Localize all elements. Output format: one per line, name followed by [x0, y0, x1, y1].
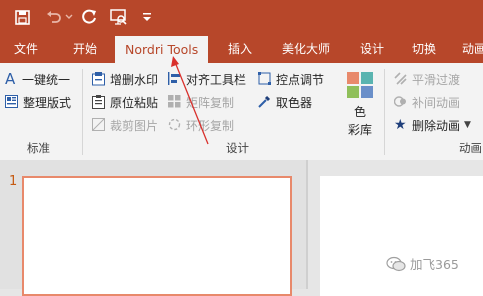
align-toolbar-label: 对齐工具栏 — [186, 72, 247, 87]
tab-nordri-tools[interactable]: Nordri Tools — [115, 36, 209, 63]
crop-icon — [92, 118, 106, 132]
group-label-animation: 动画 — [459, 141, 482, 155]
paste-in-place-button[interactable]: 原位粘贴 — [92, 93, 158, 111]
color-palette-icon — [347, 72, 373, 98]
delete-animation-label: 删除动画 — [412, 118, 461, 133]
slide-thumbnail[interactable] — [22, 176, 292, 296]
customize-dropdown-icon[interactable] — [140, 7, 154, 27]
delete-animation-button[interactable]: ★ 删除动画 ▼ — [394, 116, 471, 134]
watermark: 加飞365 — [386, 254, 459, 273]
watermark-text: 加飞365 — [410, 257, 459, 272]
matrix-copy-label: 矩阵复制 — [186, 95, 235, 110]
one-click-unify-button[interactable]: A 一键统一 — [5, 70, 70, 88]
paste-in-place-label: 原位粘贴 — [110, 95, 159, 110]
tween-animation-button[interactable]: 补间动画 — [393, 93, 461, 111]
matrix-icon — [168, 95, 182, 109]
slide-canvas[interactable] — [320, 176, 483, 296]
ribbon-tab-bar: 文件 开始 Nordri Tools 插入 美化大师 设计 切换 动画 — [0, 35, 483, 63]
tab-home[interactable]: 开始 — [73, 35, 97, 63]
handle-adjust-button[interactable]: 控点调节 — [258, 70, 324, 88]
wechat-icon — [386, 256, 406, 272]
watermark-icon — [92, 72, 106, 86]
tab-transitions[interactable]: 切换 — [412, 35, 436, 63]
color-library-line1: 色 — [353, 105, 366, 119]
watermark-label: 增删水印 — [110, 72, 159, 87]
star-icon: ★ — [394, 117, 407, 133]
align-icon — [168, 72, 182, 86]
arrange-layout-label: 整理版式 — [23, 95, 72, 110]
smooth-transition-button[interactable]: 平滑过渡 — [394, 70, 460, 88]
handle-icon — [258, 72, 272, 86]
slide-number: 1 — [9, 174, 18, 189]
redo-icon[interactable] — [80, 7, 100, 27]
align-toolbar-button[interactable]: 对齐工具栏 — [168, 70, 246, 88]
tab-insert[interactable]: 插入 — [228, 35, 252, 63]
eyedropper-icon — [258, 95, 272, 109]
tab-file[interactable]: 文件 — [14, 35, 38, 63]
group-divider — [82, 69, 83, 155]
one-click-unify-label: 一键统一 — [22, 72, 71, 87]
chevron-down-icon[interactable]: ▼ — [464, 120, 471, 130]
ring-copy-button[interactable]: 环形复制 — [168, 116, 234, 134]
tab-beautify-master[interactable]: 美化大师 — [282, 35, 330, 63]
arrange-layout-button[interactable]: 整理版式 — [5, 93, 71, 111]
undo-icon[interactable] — [44, 7, 64, 27]
crop-image-button[interactable]: 裁剪图片 — [92, 116, 158, 134]
eyedropper-button[interactable]: 取色器 — [258, 93, 312, 111]
layout-icon — [5, 95, 19, 109]
group-label-design: 设计 — [226, 141, 249, 155]
tab-animations[interactable]: 动画 — [462, 35, 483, 63]
color-library-line2: 彩库 — [347, 123, 372, 137]
save-icon[interactable] — [12, 7, 32, 27]
slide-thumbnail-pane: 1 — [0, 160, 306, 296]
watermark-button[interactable]: 增删水印 — [92, 70, 158, 88]
pane-divider[interactable] — [306, 160, 308, 289]
crop-image-label: 裁剪图片 — [110, 118, 159, 133]
smooth-transition-label: 平滑过渡 — [412, 72, 461, 87]
group-label-standard: 标准 — [27, 141, 50, 155]
ring-icon — [168, 118, 182, 132]
tween-animation-label: 补间动画 — [412, 95, 461, 110]
smooth-transition-icon — [394, 72, 408, 86]
matrix-copy-button[interactable]: 矩阵复制 — [168, 93, 234, 111]
letter-a-icon: A — [5, 70, 16, 88]
undo-dropdown-icon[interactable] — [64, 7, 74, 27]
eyedropper-label: 取色器 — [276, 95, 313, 110]
present-icon[interactable] — [108, 7, 130, 27]
ribbon-panel: A 一键统一 整理版式 标准 增删水印 原位粘贴 裁剪图片 对齐工具栏 矩阵复制… — [0, 63, 483, 161]
group-divider — [384, 69, 385, 155]
handle-adjust-label: 控点调节 — [276, 72, 325, 87]
color-library-button[interactable]: 色 彩库 — [345, 69, 375, 139]
paste-icon — [92, 95, 106, 109]
tween-icon — [393, 95, 408, 109]
title-bar — [0, 0, 483, 35]
ring-copy-label: 环形复制 — [186, 118, 235, 133]
tab-design[interactable]: 设计 — [360, 35, 384, 63]
